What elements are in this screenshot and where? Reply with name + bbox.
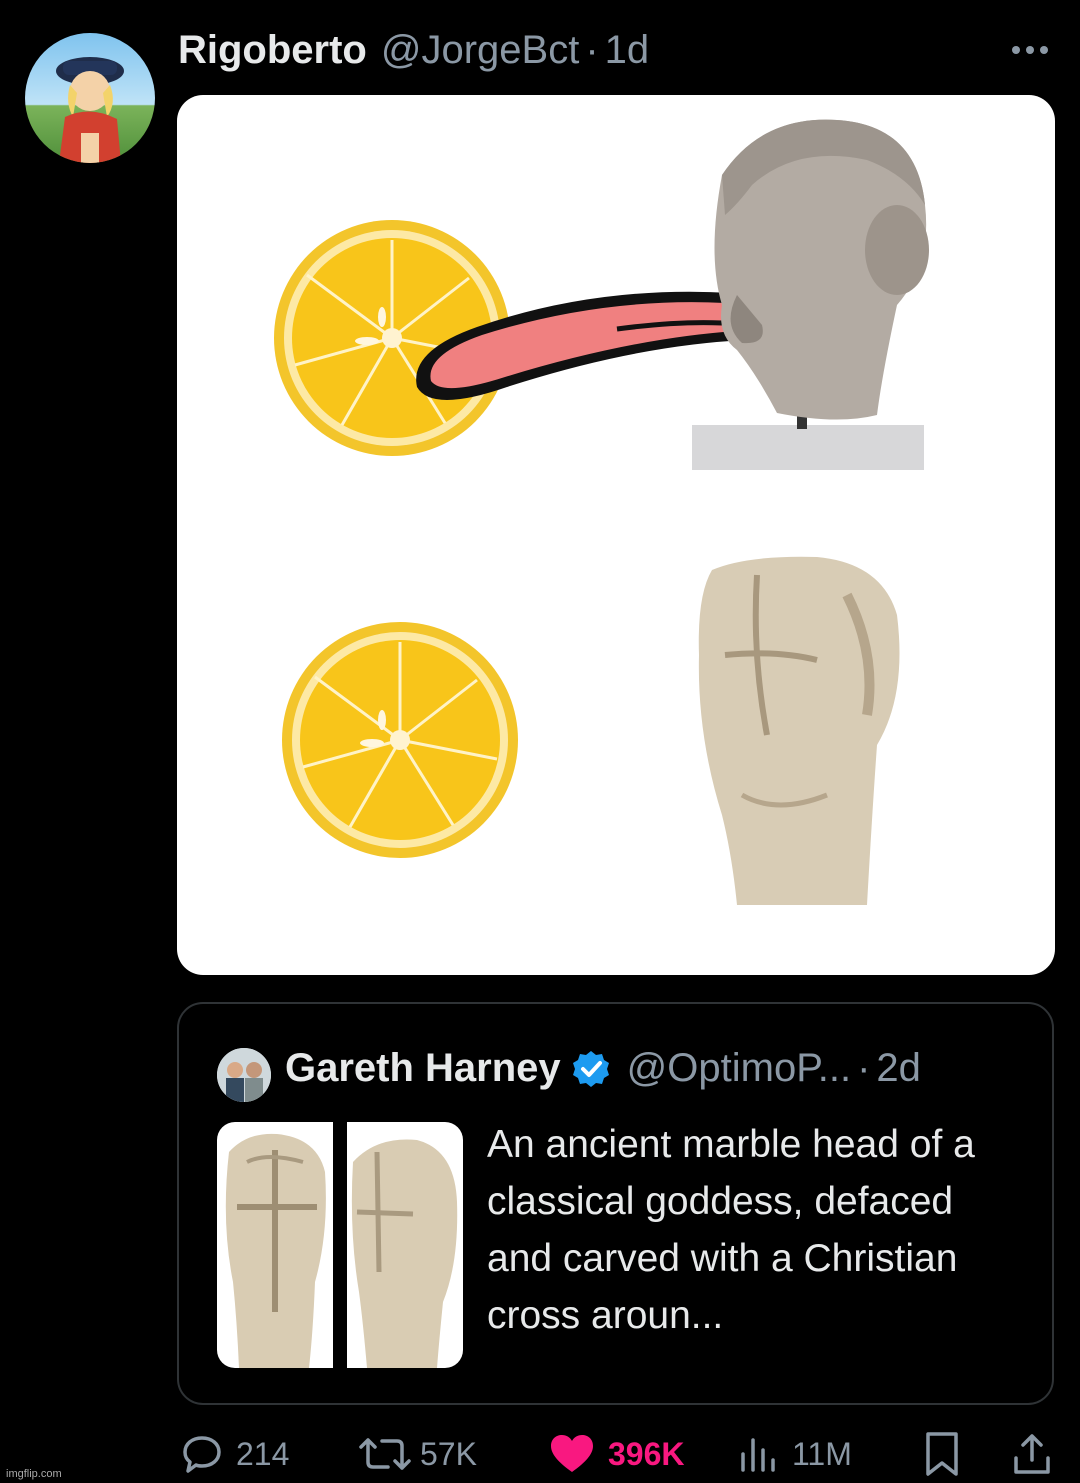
avatar-illustration (56, 57, 124, 163)
marble-head-statue (692, 119, 929, 470)
like-count: 396K (608, 1435, 685, 1472)
tweet-media-image[interactable] (177, 95, 1055, 975)
view-count: 11M (792, 1435, 852, 1472)
tweet-header: Rigoberto @JorgeBct · 1d (178, 28, 649, 78)
quoted-tweet[interactable]: Gareth Harney @OptimoP... · 2d An ancien… (177, 1002, 1054, 1405)
reply-count: 214 (236, 1435, 290, 1472)
imgflip-watermark: imgflip.com (6, 1468, 62, 1480)
lemon-slice-bottom (282, 622, 518, 858)
reply-button[interactable]: 214 (180, 1425, 289, 1483)
bookmark-icon (926, 1432, 958, 1476)
quoted-tweet-thumbnail[interactable] (217, 1122, 463, 1368)
heart-icon (551, 1435, 593, 1472)
defaced-marble-head (698, 556, 900, 905)
repost-icon (359, 1438, 411, 1470)
views-button[interactable]: 11M (738, 1425, 852, 1483)
meme-illustration (274, 119, 929, 905)
verified-badge-icon (572, 1050, 609, 1087)
author-handle[interactable]: @JorgeBct (381, 28, 579, 73)
author-display-name[interactable]: Rigoberto (178, 28, 367, 73)
separator-dot: · (857, 1046, 871, 1090)
quoted-author-display-name[interactable]: Gareth Harney (285, 1046, 561, 1091)
share-icon (1014, 1434, 1050, 1474)
avatar-photo (217, 1048, 271, 1102)
defaced-heads-thumbnail (217, 1122, 463, 1368)
quoted-tweet-text: An ancient marble head of a classical go… (487, 1123, 975, 1337)
bookmark-button[interactable] (922, 1425, 962, 1483)
repost-count: 57K (420, 1435, 477, 1472)
quoted-author-avatar[interactable] (217, 1048, 271, 1102)
tweet-time[interactable]: 1d (605, 28, 650, 73)
quoted-author-handle[interactable]: @OptimoP... (627, 1046, 851, 1091)
like-button[interactable]: 396K (548, 1425, 685, 1483)
tweet-action-bar: 214 57K 396K 11M (0, 1425, 1080, 1483)
reply-icon (183, 1436, 221, 1473)
views-icon (741, 1438, 775, 1472)
separator-dot: · (585, 28, 599, 72)
repost-button[interactable]: 57K (358, 1425, 477, 1483)
quoted-tweet-time[interactable]: 2d (876, 1046, 921, 1091)
quoted-tweet-header: Gareth Harney @OptimoP... · 2d (285, 1046, 921, 1091)
author-avatar[interactable] (25, 33, 155, 163)
more-horizontal-icon[interactable] (1008, 30, 1052, 70)
share-button[interactable] (1012, 1425, 1052, 1483)
